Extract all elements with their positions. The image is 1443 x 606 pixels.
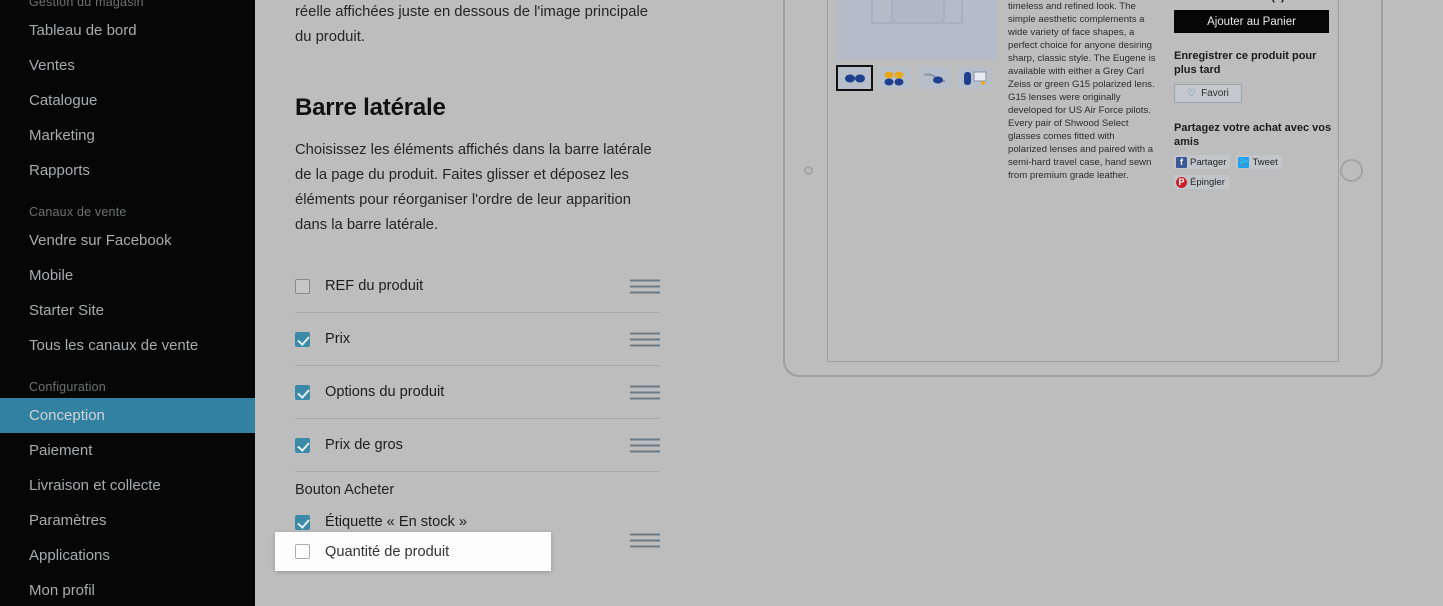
camera-icon (804, 166, 813, 175)
thumbnail-side[interactable] (918, 67, 951, 89)
checkbox-ref-du-produit[interactable] (295, 278, 310, 294)
thumb-side-icon (923, 73, 945, 84)
sidebar-group-label-store: Gestion du magasin (29, 0, 144, 9)
sidebar: Gestion du magasin Tableau de bord Vente… (0, 0, 255, 606)
favorite-button[interactable]: ♡ Favori (1174, 84, 1242, 103)
facebook-icon: f (1176, 156, 1187, 168)
list-subitem-label: Étiquette « En stock » (325, 514, 467, 530)
sidebar-settings-panel: réelle affichées juste en dessous de l'i… (255, 0, 680, 606)
dragged-list-item[interactable]: Quantité de produit (275, 532, 551, 571)
sidebar-item-tableau-de-bord[interactable]: Tableau de bord (0, 13, 255, 48)
twitter-share-label: Tweet (1252, 156, 1278, 168)
thumbnail-front[interactable] (836, 65, 873, 91)
pinterest-icon: P (1176, 176, 1187, 188)
sidebar-item-vendre-sur-facebook[interactable]: Vendre sur Facebook (0, 223, 255, 258)
facebook-share-button[interactable]: f Partager (1174, 155, 1231, 169)
storefront-preview-screen: Sunglasses Magasin / Accessories The Eug… (827, 0, 1339, 362)
product-hero-image[interactable] (838, 0, 996, 60)
sidebar-item-mobile[interactable]: Mobile (0, 258, 255, 293)
sidebar-item-ventes[interactable]: Ventes (0, 48, 255, 83)
sidebar-group-label-channels: Canaux de vente (29, 205, 127, 219)
drag-handle-icon[interactable] (630, 279, 660, 294)
save-for-later-label: Enregistrer ce produit pour plus tard (1174, 50, 1317, 76)
page-title: Barre latérale (295, 94, 446, 121)
list-item-label: Prix (325, 331, 351, 347)
tablet-preview-frame: Sunglasses Magasin / Accessories The Eug… (783, 0, 1383, 377)
list-item-label: Prix de gros (325, 437, 403, 453)
social-share-row-2: P Épingler (1174, 175, 1334, 189)
pinterest-share-label: Épingler (1190, 176, 1225, 188)
page-root: Gestion du magasin Tableau de bord Vente… (0, 0, 1443, 606)
thumb-case-icon (963, 71, 986, 85)
sidebar-item-conception[interactable]: Conception (0, 398, 255, 433)
thumbnail-strip (836, 65, 996, 91)
sidebar-item-catalogue[interactable]: Catalogue (0, 83, 255, 118)
thumbnail-pair[interactable] (878, 67, 911, 89)
sidebar-item-parametres[interactable]: Paramètres (0, 503, 255, 538)
checkbox-etiquette-en-stock[interactable] (295, 514, 310, 530)
sidebar-group-label-configuration: Configuration (29, 380, 106, 394)
drag-handle-icon[interactable] (630, 438, 660, 453)
share-label: Partagez votre achat avec vos amis (1174, 122, 1332, 148)
sidebar-item-mon-profil[interactable]: Mon profil (0, 573, 255, 606)
drag-handle-icon[interactable] (630, 385, 660, 400)
list-item[interactable]: Prix de gros (295, 419, 660, 472)
heart-icon: ♡ (1187, 88, 1197, 99)
add-to-cart-button[interactable]: Ajouter au Panier (1174, 10, 1329, 33)
twitter-share-button[interactable]: 🐦 Tweet (1236, 155, 1282, 169)
product-description: The Eugene's sleek silhouette combines a… (1008, 1, 1156, 181)
checkbox-options-du-produit[interactable] (295, 384, 310, 400)
home-button-icon (1340, 159, 1363, 182)
sidebar-item-rapports[interactable]: Rapports (0, 153, 255, 188)
list-item[interactable]: Options du produit (295, 366, 660, 419)
sidebar-item-starter-site[interactable]: Starter Site (0, 293, 255, 328)
twitter-icon: 🐦 (1238, 156, 1250, 168)
sidebar-item-tous-les-canaux-de-vente[interactable]: Tous les canaux de vente (0, 328, 255, 363)
thumb-front-icon (844, 74, 865, 82)
list-item-label: Options du produit (325, 384, 445, 400)
checkbox-prix[interactable] (295, 331, 310, 347)
thumb-pair-icon (884, 71, 903, 86)
list-item[interactable]: Prix (295, 313, 660, 366)
pinterest-share-button[interactable]: P Épingler (1174, 175, 1229, 189)
product-buy-box: CHF 119.95 Lens color Matte navy ▾ En st… (1174, 0, 1334, 189)
facebook-share-label: Partager (1190, 156, 1227, 168)
social-share-row-1: f Partager 🐦 Tweet (1174, 155, 1334, 169)
product-info-column: Sunglasses Magasin / Accessories The Eug… (1008, 0, 1158, 182)
product-gallery (836, 0, 996, 91)
sunglasses-illustration-icon (871, 0, 963, 24)
thumbnail-case[interactable] (958, 67, 991, 89)
sidebar-item-marketing[interactable]: Marketing (0, 118, 255, 153)
list-item[interactable]: REF du produit (295, 260, 660, 313)
checkbox-quantite-de-produit-dragged[interactable] (295, 544, 310, 559)
checkbox-prix-de-gros[interactable] (295, 437, 310, 453)
favorite-button-label: Favori (1201, 88, 1229, 99)
sidebar-item-applications[interactable]: Applications (0, 538, 255, 573)
section-description: Choisissez les éléments affichés dans la… (295, 142, 652, 233)
list-item-label: REF du produit (325, 278, 424, 294)
drag-handle-icon[interactable] (630, 533, 660, 547)
sidebar-item-paiement[interactable]: Paiement (0, 433, 255, 468)
stock-status: En stock : 9 article(s) (1174, 0, 1334, 3)
intro-paragraph: réelle affichées juste en dessous de l'i… (295, 4, 648, 45)
group-title: Bouton Acheter (295, 482, 395, 498)
dragged-list-item-label: Quantité de produit (325, 543, 450, 560)
sidebar-item-livraison-et-collecte[interactable]: Livraison et collecte (0, 468, 255, 503)
drag-handle-icon[interactable] (630, 332, 660, 347)
